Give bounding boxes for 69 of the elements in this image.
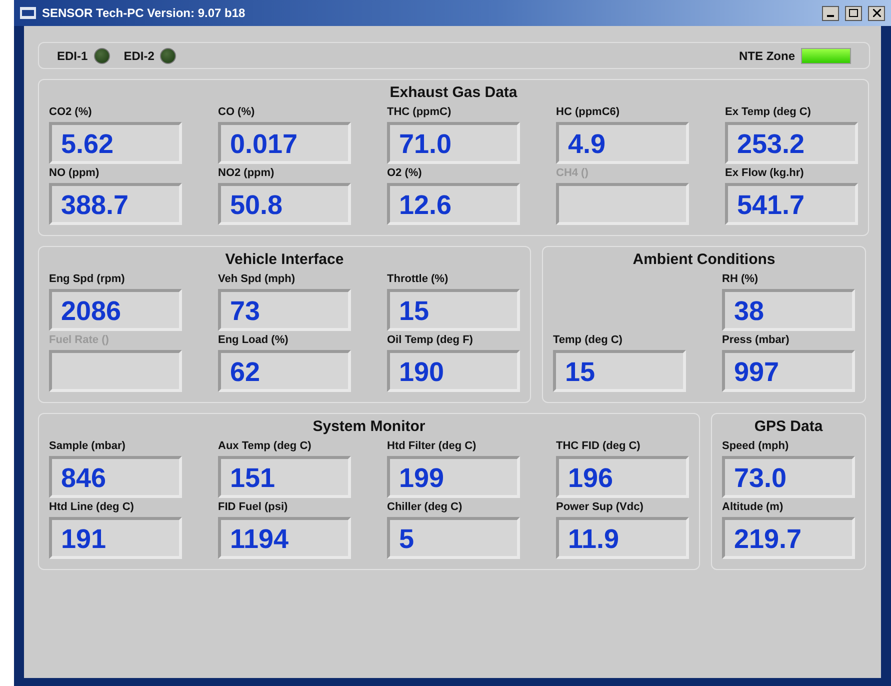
field-label: Power Sup (Vdc) <box>556 500 644 515</box>
value-display: 38 <box>722 289 855 331</box>
value-display: 846 <box>49 456 182 498</box>
field-label: Htd Line (deg C) <box>49 500 135 515</box>
value-display: 199 <box>387 456 520 498</box>
value-display: 11.9 <box>556 517 689 559</box>
value-display: 0.017 <box>218 122 351 164</box>
field-label: Sample (mbar) <box>49 439 126 454</box>
indicator-label: NTE Zone <box>739 48 795 62</box>
field-label: Temp (deg C) <box>553 333 624 348</box>
value-display: 219.7 <box>722 517 855 559</box>
field-label: Aux Temp (deg C) <box>218 439 312 454</box>
panel-title: Exhaust Gas Data <box>388 84 518 101</box>
value-display: 15 <box>553 350 686 392</box>
maximize-button[interactable] <box>845 6 862 20</box>
value-display: 151 <box>218 456 351 498</box>
field-label: Throttle (%) <box>387 272 450 287</box>
field-label: Oil Temp (deg F) <box>387 333 474 348</box>
value-display: 196 <box>556 456 689 498</box>
field-label: Ex Temp (deg C) <box>725 105 812 120</box>
maximize-icon <box>849 9 858 17</box>
field-label: Altitude (m) <box>722 500 784 515</box>
field-label: Chiller (deg C) <box>387 500 464 515</box>
value-display: 12.6 <box>387 183 520 225</box>
field-label: THC (ppmC) <box>387 105 452 120</box>
value-display: 4.9 <box>556 122 689 164</box>
value-display: 997 <box>722 350 855 392</box>
value-display: 190 <box>387 350 520 392</box>
minimize-button[interactable] <box>822 6 839 20</box>
field-label: Eng Load (%) <box>218 333 290 348</box>
field-label: Eng Spd (rpm) <box>49 272 126 287</box>
value-display: 73 <box>218 289 351 331</box>
value-display: 15 <box>387 289 520 331</box>
field-label: O2 (%) <box>387 166 423 181</box>
value-display: 5.62 <box>49 122 182 164</box>
value-display: 62 <box>218 350 351 392</box>
value-display: 388.7 <box>49 183 182 225</box>
field-label: Speed (mph) <box>722 439 790 454</box>
close-button[interactable] <box>868 6 885 20</box>
value-display: 71.0 <box>387 122 520 164</box>
field-label: Veh Spd (mph) <box>218 272 296 287</box>
indicator-label: EDI-1 <box>57 48 88 62</box>
window-title: SENSOR Tech-PC Version: 9.07 b18 <box>42 6 246 20</box>
field-label: FID Fuel (psi) <box>218 500 289 515</box>
field-label: Press (mbar) <box>722 333 790 348</box>
field-label: THC FID (deg C) <box>556 439 642 454</box>
panel-title: System Monitor <box>312 418 426 435</box>
field-label: NO2 (ppm) <box>218 166 276 181</box>
field-label: RH (%) <box>722 272 760 287</box>
field-label: CO (%) <box>218 105 256 120</box>
field-label: HC (ppmC6) <box>556 105 621 120</box>
panel-title: GPS Data <box>753 418 824 435</box>
app-icon <box>20 7 36 19</box>
field-label: Htd Filter (deg C) <box>387 439 478 454</box>
indicator-label: EDI-2 <box>124 48 154 62</box>
value-display: 541.7 <box>725 183 858 225</box>
field-label: CO2 (%) <box>49 105 93 120</box>
close-icon <box>872 9 880 17</box>
value-display: 2086 <box>49 289 182 331</box>
value-display: 253.2 <box>725 122 858 164</box>
panel-title: Ambient Conditions <box>632 251 776 268</box>
value-display: 5 <box>387 517 520 559</box>
value-display: 191 <box>49 517 182 559</box>
value-display: 73.0 <box>722 456 855 498</box>
field-label: NO (ppm) <box>49 166 100 181</box>
value-display: 50.8 <box>218 183 351 225</box>
field-label: Ex Flow (kg.hr) <box>725 166 805 181</box>
value-display: 1194 <box>218 517 351 559</box>
panel-title: Vehicle Interface <box>224 251 345 268</box>
